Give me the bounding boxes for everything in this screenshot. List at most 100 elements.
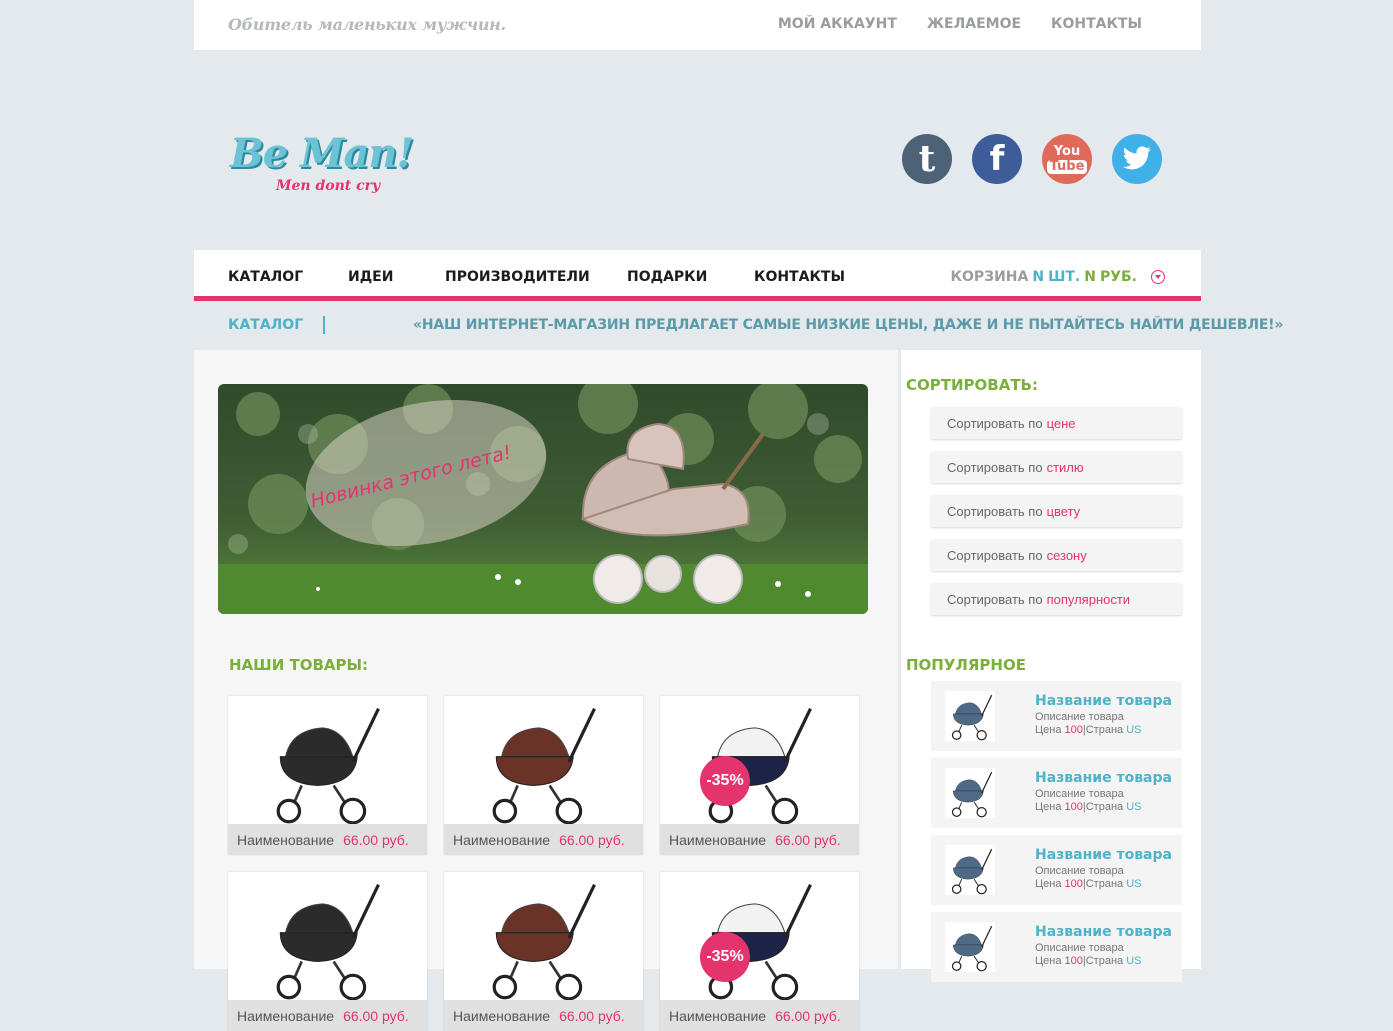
product-name[interactable]: Наименование bbox=[237, 832, 334, 848]
product-caption: Наименование 66.00 руб. bbox=[228, 824, 427, 855]
product-card[interactable]: -35% Наименование 66.00 руб. bbox=[660, 696, 859, 855]
cart-count: N bbox=[1032, 269, 1045, 285]
cart-total: N bbox=[1084, 269, 1096, 285]
price-value: 100 bbox=[1064, 801, 1083, 813]
popular-description: Описание товара bbox=[1035, 711, 1124, 723]
twitter-icon[interactable] bbox=[1112, 134, 1162, 184]
sidebar: СОРТИРОВАТЬ: Сортировать по цене Сортирова… bbox=[901, 350, 1201, 982]
cart-label: КОРЗИНА bbox=[950, 269, 1029, 285]
contacts-top-link[interactable]: КОНТАКТЫ bbox=[1051, 16, 1142, 32]
sort-options: Сортировать по цене Сортировать по стилю Сор… bbox=[931, 407, 1182, 627]
country-value: US bbox=[1126, 878, 1142, 890]
sort-option[interactable]: Сортировать по стилю bbox=[931, 451, 1182, 483]
country-value: US bbox=[1126, 724, 1142, 736]
youtube-label-top: You bbox=[1053, 143, 1081, 159]
product-name[interactable]: Наименование bbox=[669, 1008, 766, 1024]
breadcrumb-current[interactable]: КАТАЛОГ bbox=[228, 317, 303, 333]
product-image[interactable] bbox=[444, 872, 643, 1001]
product-name[interactable]: Наименование bbox=[237, 1008, 334, 1024]
popular-thumb[interactable] bbox=[945, 691, 995, 741]
wishlist-link[interactable]: ЖЕЛАЕМОЕ bbox=[927, 16, 1021, 32]
product-image[interactable] bbox=[228, 872, 427, 1001]
sort-key: популярности bbox=[1046, 591, 1131, 607]
main-content: Новинка этого лета! НАШИ ТОВАРЫ: Наимено… bbox=[194, 350, 898, 1031]
product-image[interactable] bbox=[660, 872, 859, 1001]
price-value: 100 bbox=[1064, 724, 1083, 736]
country-label: Страна bbox=[1085, 878, 1124, 890]
sort-option[interactable]: Сортировать по цене bbox=[931, 407, 1182, 439]
nav-item-ideas[interactable]: ИДЕИ bbox=[348, 269, 445, 285]
product-name[interactable]: Наименование bbox=[669, 832, 766, 848]
product-image[interactable] bbox=[228, 696, 427, 825]
country-value: US bbox=[1126, 801, 1142, 813]
popular-meta: Цена 100|Страна US bbox=[1035, 801, 1142, 813]
main-nav: КАТАЛОГ ИДЕИ ПРОИЗВОДИТЕЛИ ПОДАРКИ КОНТА… bbox=[194, 250, 1201, 301]
popular-thumb[interactable] bbox=[945, 922, 995, 972]
sort-prefix: Сортировать по bbox=[947, 415, 1043, 431]
product-name[interactable]: Наименование bbox=[453, 1008, 550, 1024]
sort-option[interactable]: Сортировать по популярности bbox=[931, 583, 1182, 615]
popular-title-link[interactable]: Название товара bbox=[1035, 770, 1172, 786]
popular-meta: Цена 100|Страна US bbox=[1035, 724, 1142, 736]
sort-option[interactable]: Сортировать по цвету bbox=[931, 495, 1182, 527]
sort-key: сезону bbox=[1046, 547, 1087, 563]
price-label: Цена bbox=[1035, 724, 1062, 736]
product-image[interactable] bbox=[444, 696, 643, 825]
product-price: 66.00 руб. bbox=[559, 1007, 625, 1024]
product-card[interactable]: Наименование 66.00 руб. bbox=[228, 696, 427, 855]
popular-item[interactable]: Название товара Описание товара Цена 100… bbox=[931, 912, 1182, 982]
popular-title-link[interactable]: Название товара bbox=[1035, 924, 1172, 940]
sort-prefix: Сортировать по bbox=[947, 547, 1043, 563]
popular-description: Описание товара bbox=[1035, 865, 1124, 877]
popular-item[interactable]: Название товара Описание товара Цена 100… bbox=[931, 758, 1182, 828]
facebook-icon[interactable]: f bbox=[972, 134, 1022, 184]
product-card[interactable]: -35% Наименование 66.00 руб. bbox=[660, 872, 859, 1031]
product-card[interactable]: Наименование 66.00 руб. bbox=[444, 872, 643, 1031]
product-image[interactable] bbox=[660, 696, 859, 825]
country-value: US bbox=[1126, 955, 1142, 967]
top-bar: Обитель маленьких мужчин. МОЙ АККАУНТ ЖЕ… bbox=[194, 0, 1201, 50]
country-label: Страна bbox=[1085, 724, 1124, 736]
popular-description: Описание товара bbox=[1035, 942, 1124, 954]
popular-item[interactable]: Название товара Описание товара Цена 100… bbox=[931, 681, 1182, 751]
product-name[interactable]: Наименование bbox=[453, 832, 550, 848]
popular-list: Название товара Описание товара Цена 100… bbox=[931, 681, 1182, 989]
nav-item-catalog[interactable]: КАТАЛОГ bbox=[228, 269, 348, 285]
country-label: Страна bbox=[1085, 801, 1124, 813]
popular-item[interactable]: Название товара Описание товара Цена 100… bbox=[931, 835, 1182, 905]
product-card[interactable]: Наименование 66.00 руб. bbox=[444, 696, 643, 855]
top-links: МОЙ АККАУНТ ЖЕЛАЕМОЕ КОНТАКТЫ bbox=[778, 16, 1142, 32]
sort-option[interactable]: Сортировать по сезону bbox=[931, 539, 1182, 571]
social-links: t f You Tube bbox=[902, 134, 1162, 184]
popular-thumb[interactable] bbox=[945, 768, 995, 818]
country-label: Страна bbox=[1085, 955, 1124, 967]
youtube-label-bottom: Tube bbox=[1046, 159, 1088, 174]
popular-thumb[interactable] bbox=[945, 845, 995, 895]
cart-dropdown-icon[interactable] bbox=[1151, 270, 1165, 284]
product-price: 66.00 руб. bbox=[775, 831, 841, 848]
popular-title-link[interactable]: Название товара bbox=[1035, 847, 1172, 863]
site-logo[interactable]: Be Man! Men dont cry bbox=[230, 130, 430, 200]
price-label: Цена bbox=[1035, 955, 1062, 967]
my-account-link[interactable]: МОЙ АККАУНТ bbox=[778, 16, 897, 32]
cart-summary[interactable]: КОРЗИНА N ШТ. N РУБ. bbox=[951, 269, 1165, 285]
product-caption: Наименование 66.00 руб. bbox=[228, 1000, 427, 1031]
sort-prefix: Сортировать по bbox=[947, 503, 1043, 519]
youtube-icon[interactable]: You Tube bbox=[1042, 134, 1092, 184]
product-caption: Наименование 66.00 руб. bbox=[660, 1000, 859, 1031]
product-caption: Наименование 66.00 руб. bbox=[444, 824, 643, 855]
product-caption: Наименование 66.00 руб. bbox=[444, 1000, 643, 1031]
product-grid: Наименование 66.00 руб. Наименование 66.00… bbox=[228, 696, 859, 1031]
nav-item-manufacturers[interactable]: ПРОИЗВОДИТЕЛИ bbox=[445, 269, 627, 285]
popular-title-link[interactable]: Название товара bbox=[1035, 693, 1172, 709]
promo-banner[interactable]: Новинка этого лета! bbox=[218, 384, 868, 614]
nav-item-gifts[interactable]: ПОДАРКИ bbox=[627, 269, 754, 285]
nav-item-contacts[interactable]: КОНТАКТЫ bbox=[754, 269, 845, 285]
popular-title: ПОПУЛЯРНОЕ bbox=[906, 656, 1026, 674]
tumblr-icon[interactable]: t bbox=[902, 134, 952, 184]
product-caption: Наименование 66.00 руб. bbox=[660, 824, 859, 855]
site-tagline: Обитель маленьких мужчин. bbox=[228, 15, 506, 34]
products-title: НАШИ ТОВАРЫ: bbox=[229, 656, 369, 674]
breadcrumb-divider bbox=[323, 316, 325, 334]
product-card[interactable]: Наименование 66.00 руб. bbox=[228, 872, 427, 1031]
